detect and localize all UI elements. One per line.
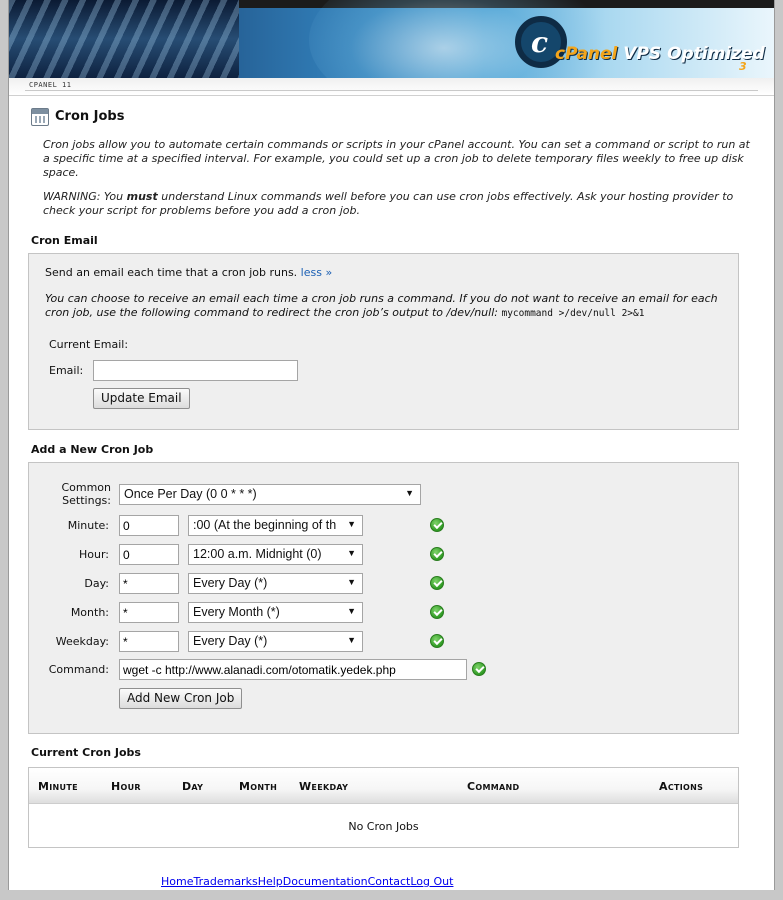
command-input[interactable] [119,659,467,680]
hour-label: Hour: [78,548,109,561]
footer-link-logout[interactable]: Log Out [410,875,453,888]
cron-email-intro: Send an email each time that a cron job … [45,266,333,279]
common-settings-label: Common Settings: [61,481,111,507]
no-cron-jobs-message: No Cron Jobs [348,820,419,833]
update-email-button[interactable]: Update Email [93,388,190,409]
month-row: Month: Every Month (*)▼ [29,602,729,624]
month-select[interactable]: Every Month (*) ▼ [188,602,363,623]
add-cron-panel: Common Settings: Once Per Day (0 0 * * *… [28,462,739,734]
column-hour[interactable]: Hour [111,780,141,793]
weekday-label: Weekday: [55,635,109,648]
less-link[interactable]: less » [301,266,333,279]
check-icon [430,605,444,619]
page-description: Cron jobs allow you to automate certain … [43,138,750,179]
dropdown-arrow-icon: ▼ [405,488,414,498]
common-settings-select[interactable]: Once Per Day (0 0 * * *) ▼ [119,484,421,505]
day-select[interactable]: Every Day (*) ▼ [188,573,363,594]
main-content: Cron Jobs Cron jobs allow you to automat… [31,108,759,218]
footer-link-help[interactable]: Help [258,875,283,888]
page-warning: WARNING: You must understand Linux comma… [43,190,734,217]
hour-select[interactable]: 12:00 a.m. Midnight (0) ▼ [188,544,363,565]
hour-row: Hour: 12:00 a.m. Midnight (0)▼ [29,544,729,566]
current-jobs-header: Minute Hour Day Month Weekday Command Ac… [29,768,738,804]
current-jobs-title: Current Cron Jobs [31,746,141,759]
add-cron-title: Add a New Cron Job [31,443,154,456]
day-label: Day: [84,577,109,590]
current-jobs-table: Minute Hour Day Month Weekday Command Ac… [28,767,739,848]
column-day[interactable]: Day [182,780,203,793]
dropdown-arrow-icon: ▼ [347,548,356,558]
page-header: Cron Jobs [31,108,759,130]
column-command[interactable]: Command [467,780,519,793]
header-cables-image [9,0,239,78]
command-row: Command: [29,659,729,681]
column-actions: Actions [659,780,704,793]
minute-label: Minute: [67,519,109,532]
dropdown-arrow-icon: ▼ [347,519,356,529]
minute-row: Minute: :00 (At the beginning of th▼ [29,515,729,537]
dropdown-arrow-icon: ▼ [347,635,356,645]
day-input[interactable] [119,573,179,594]
weekday-row: Weekday: Every Day (*)▼ [29,631,729,653]
cron-email-title: Cron Email [31,234,98,247]
month-input[interactable] [119,602,179,623]
weekday-input[interactable] [119,631,179,652]
footer-link-home[interactable]: Home [161,875,193,888]
cron-email-panel: Send an email each time that a cron job … [28,253,739,430]
command-label: Command: [48,663,109,676]
footer-link-trademarks[interactable]: Trademarks [193,875,257,888]
column-minute[interactable]: Minute [38,780,78,793]
dropdown-arrow-icon: ▼ [347,577,356,587]
footer-nav: HomeTrademarksHelpDocumentationContactLo… [161,875,453,888]
add-cron-job-button[interactable]: Add New Cron Job [119,688,243,709]
column-weekday[interactable]: Weekday [299,780,348,793]
email-input[interactable] [93,360,298,381]
page-title: Cron Jobs [55,109,125,124]
email-label: Email: [49,364,84,377]
minute-select[interactable]: :00 (At the beginning of th ▼ [188,515,363,536]
minute-input[interactable] [119,515,179,536]
cpanel-brand-text: cPanel VPS Optimized [555,44,765,64]
cpanel-logo[interactable]: c cPanel VPS Optimized 3 [507,14,765,76]
check-icon [430,576,444,590]
dropdown-arrow-icon: ▼ [347,606,356,616]
cpanel-brand-version: 3 [739,60,747,73]
hour-input[interactable] [119,544,179,565]
cpanel-version-label: CPANEL 11 [29,81,72,89]
check-icon [430,518,444,532]
weekday-select[interactable]: Every Day (*) ▼ [188,631,363,652]
check-icon [430,634,444,648]
day-row: Day: Every Day (*)▼ [29,573,729,595]
page-frame: c cPanel VPS Optimized 3 CPANEL 11 Cron … [8,0,775,890]
check-icon [430,547,444,561]
footer-link-contact[interactable]: Contact [368,875,411,888]
footer-link-documentation[interactable]: Documentation [283,875,368,888]
cron-email-detail: You can choose to receive an email each … [45,292,718,319]
calendar-icon [31,108,49,126]
header-banner: c cPanel VPS Optimized 3 [9,0,774,78]
check-icon [472,662,486,676]
column-month[interactable]: Month [239,780,277,793]
month-label: Month: [70,606,109,619]
current-email-label: Current Email: [49,338,129,351]
header-subbar: CPANEL 11 [9,78,774,96]
